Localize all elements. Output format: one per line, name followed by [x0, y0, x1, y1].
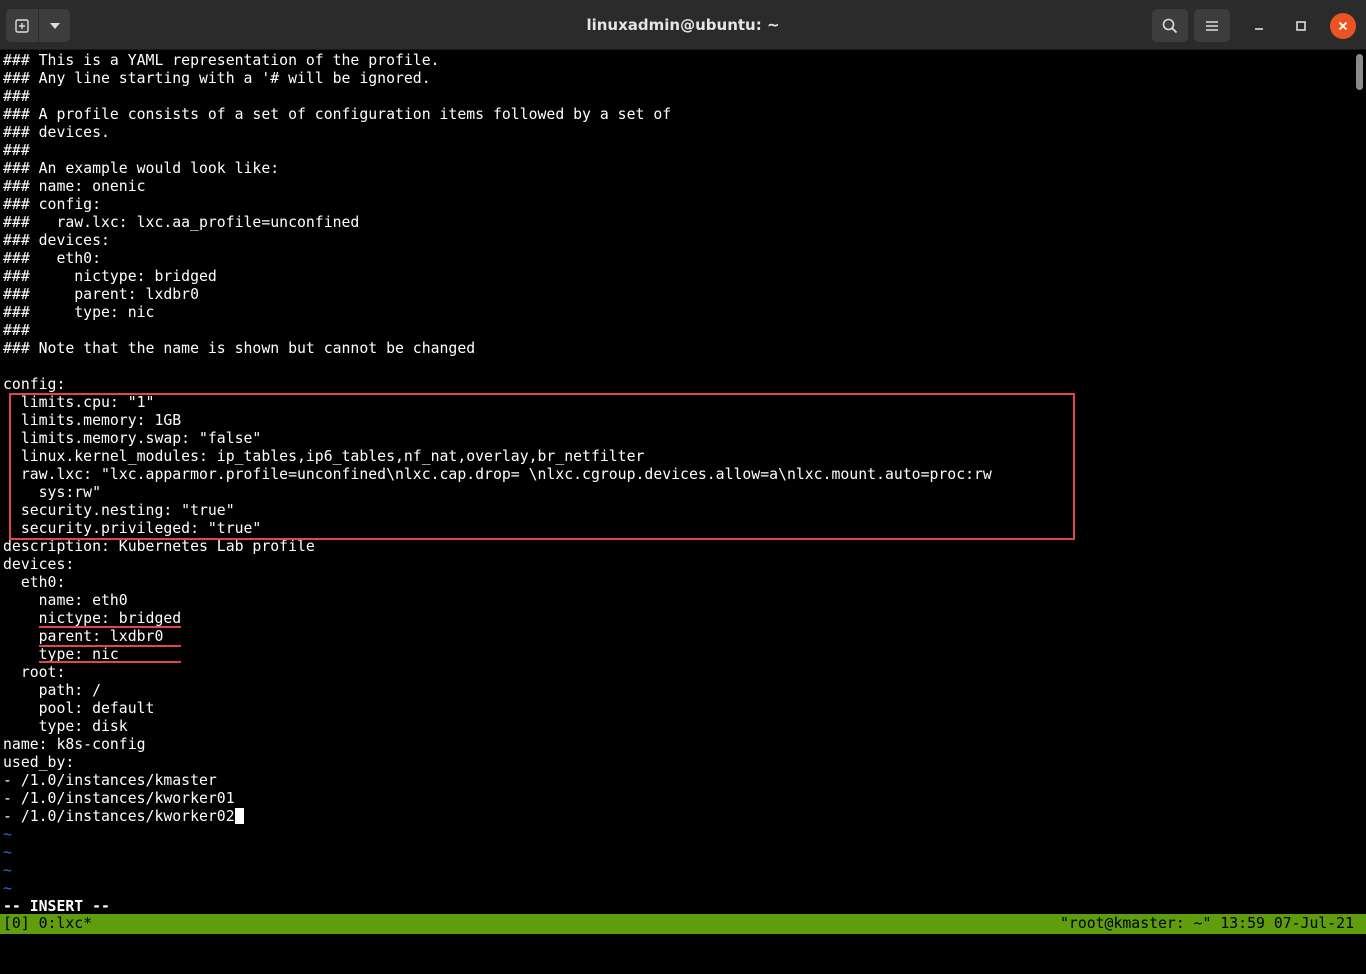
editor-line: ### eth0: [3, 250, 101, 267]
tmux-status-bar: [0] 0:lxc* "root@kmaster: ~" 13:59 07-Ju… [0, 914, 1366, 934]
terminal-area[interactable]: ### This is a YAML representation of the… [0, 50, 1366, 934]
editor-line: ### nictype: bridged [3, 268, 217, 285]
editor-line: ### Any line starting with a '# will be … [3, 70, 431, 87]
maximize-icon [1296, 20, 1306, 31]
search-icon [1162, 18, 1178, 33]
editor-line: path: / [3, 682, 101, 699]
editor-line: name: k8s-config [3, 736, 146, 753]
close-button[interactable] [1330, 12, 1356, 39]
new-tab-button[interactable] [6, 9, 38, 42]
editor-line: - /1.0/instances/kworker02 [3, 808, 244, 826]
parent-underline [39, 645, 181, 647]
empty-line-marker: ~ [3, 826, 12, 843]
maximize-button[interactable] [1288, 13, 1314, 39]
new-tab-icon [15, 18, 29, 33]
editor-line: type: disk [3, 718, 128, 735]
editor-line: ### [3, 322, 30, 339]
tab-dropdown-button[interactable] [38, 9, 70, 42]
chevron-down-icon [49, 22, 60, 29]
editor-line: ### type: nic [3, 304, 155, 321]
editor-line: ### [3, 88, 30, 105]
editor-line: ### [3, 142, 30, 159]
nictype-underline [39, 626, 181, 628]
minimize-button[interactable] [1246, 13, 1272, 39]
text-cursor [234, 808, 244, 824]
editor-line: ### raw.lxc: lxc.aa_profile=unconfined [3, 214, 360, 231]
hamburger-menu-icon [1206, 20, 1218, 31]
window-controls [1146, 9, 1356, 42]
type-underline [39, 661, 181, 663]
tab-controls [6, 9, 70, 42]
empty-line-marker: ~ [3, 844, 12, 861]
editor-line: ### A profile consists of a set of confi… [3, 106, 672, 123]
editor-line: ### devices. [3, 124, 110, 141]
editor-line: ### parent: lxdbr0 [3, 286, 199, 303]
config-highlight-box [9, 393, 1075, 540]
minimize-icon [1255, 27, 1263, 30]
tmux-window-list[interactable]: [0] 0:lxc* [3, 914, 92, 934]
editor-line: ### name: onenic [3, 178, 146, 195]
editor-line: ### devices: [3, 232, 110, 249]
empty-line-marker: ~ [3, 862, 12, 879]
editor-line: - /1.0/instances/kworker01 [3, 790, 235, 807]
scrollbar-thumb[interactable] [1356, 54, 1363, 90]
editor-line: root: [3, 664, 66, 681]
close-icon [1338, 21, 1348, 30]
empty-line-marker: ~ [3, 880, 12, 897]
editor-line: ### Note that the name is shown but cann… [3, 340, 476, 357]
editor-line: ### An example would look like: [3, 160, 280, 177]
tmux-status-right: "root@kmaster: ~" 13:59 07-Jul-21 [1060, 915, 1354, 932]
editor-line: devices: [3, 556, 75, 573]
editor-line: pool: default [3, 700, 155, 717]
editor-line: config: [3, 376, 66, 393]
menu-button[interactable] [1194, 9, 1230, 42]
search-button[interactable] [1152, 9, 1188, 42]
editor-line: - /1.0/instances/kmaster [3, 772, 217, 789]
editor-line: eth0: [3, 574, 66, 591]
editor-line: name: eth0 [3, 592, 128, 609]
editor-line: ### config: [3, 196, 101, 213]
editor-line: ### This is a YAML representation of the… [3, 52, 440, 69]
editor-line: parent: lxdbr0 [3, 628, 164, 645]
editor-line: description: Kubernetes Lab profile [3, 538, 315, 555]
editor-line: used_by: [3, 754, 75, 771]
window-titlebar: linuxadmin@ubuntu: ~ [0, 0, 1366, 50]
